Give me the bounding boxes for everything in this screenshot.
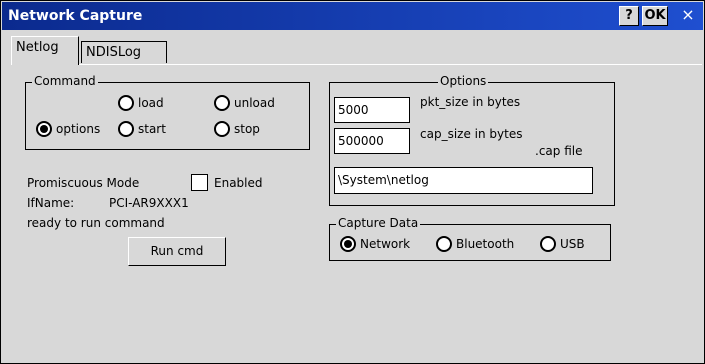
pkt-size-input[interactable]: 5000 [334, 97, 410, 123]
radio-usb-circle [540, 236, 556, 252]
radio-options-circle [36, 121, 52, 137]
ifname-label: IfName: [27, 196, 75, 210]
radio-load-label: load [138, 96, 164, 110]
status-text: ready to run command [27, 216, 165, 230]
radio-stop-label: stop [234, 122, 260, 136]
radio-bluetooth-circle [436, 236, 452, 252]
promiscuous-mode-label: Promiscuous Mode [27, 176, 140, 190]
radio-bluetooth[interactable]: Bluetooth [436, 236, 514, 252]
radio-load[interactable]: load [118, 95, 164, 111]
radio-stop[interactable]: stop [214, 121, 260, 137]
radio-network-circle [340, 236, 356, 252]
radio-load-circle [118, 95, 134, 111]
radio-unload-label: unload [234, 96, 275, 110]
cap-file-path-input[interactable]: \System\netlog [334, 167, 593, 194]
radio-unload-circle [214, 95, 230, 111]
radio-options-label: options [56, 122, 101, 136]
command-group-label: Command [32, 74, 98, 88]
pkt-size-label: pkt_size in bytes [420, 95, 521, 109]
radio-stop-circle [214, 121, 230, 137]
radio-start-label: start [138, 122, 166, 136]
radio-unload[interactable]: unload [214, 95, 275, 111]
network-capture-window: Network Capture ? OK × Netlog NDISLog Co… [0, 0, 705, 364]
title-bar: Network Capture ? OK × [2, 2, 703, 30]
radio-network[interactable]: Network [340, 236, 410, 252]
window-title: Network Capture [8, 8, 143, 24]
command-group: Command load unload options start stop [25, 74, 310, 150]
cap-size-label: cap_size in bytes [420, 127, 523, 141]
run-cmd-button[interactable]: Run cmd [128, 237, 226, 266]
radio-bluetooth-label: Bluetooth [456, 237, 515, 251]
cap-size-input[interactable]: 500000 [334, 128, 410, 154]
close-button[interactable]: × [678, 6, 698, 26]
capture-data-group-label: Capture Data [336, 216, 421, 230]
promiscuous-enabled-label: Enabled [214, 176, 263, 190]
netlog-panel: Command load unload options start stop P… [11, 64, 702, 361]
options-group-label: Options [438, 74, 489, 88]
radio-usb[interactable]: USB [540, 236, 585, 252]
radio-options[interactable]: options [36, 121, 100, 137]
radio-start-circle [118, 121, 134, 137]
promiscuous-enabled-checkbox[interactable] [191, 174, 208, 191]
radio-network-label: Network [360, 237, 411, 251]
cap-file-label: .cap file [535, 144, 583, 158]
ok-button[interactable]: OK [642, 6, 668, 26]
capture-data-group: Capture Data Network Bluetooth USB [329, 216, 611, 261]
radio-start[interactable]: start [118, 121, 166, 137]
tab-ndislog[interactable]: NDISLog [81, 41, 167, 63]
options-group: Options 5000 pkt_size in bytes 500000 ca… [329, 74, 615, 206]
tab-netlog[interactable]: Netlog [11, 36, 79, 65]
help-button[interactable]: ? [619, 6, 639, 26]
radio-usb-label: USB [560, 237, 585, 251]
ifname-value: PCI-AR9XXX1 [109, 196, 189, 210]
